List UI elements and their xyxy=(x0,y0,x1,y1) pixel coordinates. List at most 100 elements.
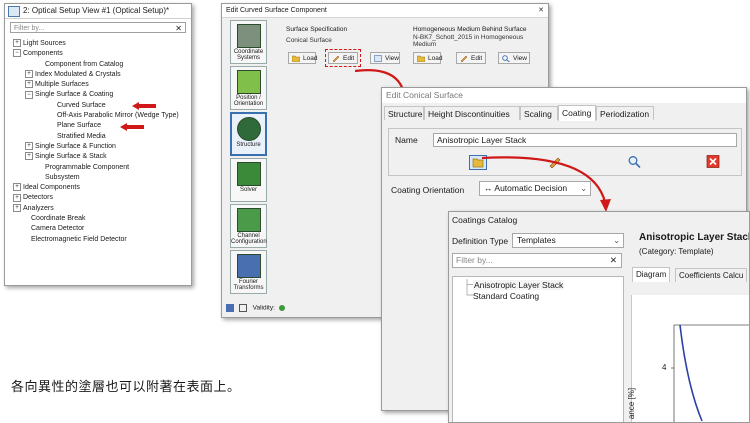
medium-edit-button[interactable]: Edit xyxy=(456,52,486,64)
tree-item-label: Camera Detector xyxy=(31,225,85,233)
coordinate-systems-icon xyxy=(236,24,261,48)
surface-load-button[interactable]: Load xyxy=(288,52,317,64)
medium-view-button[interactable]: View xyxy=(498,52,530,64)
tree-item[interactable]: + Detectors xyxy=(5,193,179,203)
tab-coefficients-calculation[interactable]: Coefficients Calcu xyxy=(675,268,748,282)
tree-item-label: Electromagnetic Field Detector xyxy=(31,235,127,243)
coating-orientation-label: Coating Orientation xyxy=(391,185,465,195)
position-orientation-icon xyxy=(236,70,261,94)
snapshot-icon[interactable] xyxy=(238,304,247,312)
tree-item[interactable]: − Single Surface & Coating xyxy=(5,90,179,100)
tree-item[interactable]: Plane Surface xyxy=(5,121,179,131)
expand-icon[interactable]: + xyxy=(13,203,21,212)
tree-filter-input[interactable]: Filter by... ✕ xyxy=(10,22,186,33)
clear-filter-icon[interactable]: ✕ xyxy=(610,254,617,267)
tree-item[interactable]: + Multiple Surfaces xyxy=(5,80,179,90)
tree-item[interactable]: Subsystem xyxy=(5,173,179,183)
tree-item-label: Curved Surface xyxy=(57,101,106,109)
catalog-item-standard[interactable]: Standard Coating xyxy=(473,291,539,301)
tree-item[interactable]: − Components xyxy=(5,49,179,59)
expand-icon[interactable]: + xyxy=(13,193,21,202)
tree-item[interactable]: + Analyzers xyxy=(5,203,179,214)
tab-scaling[interactable]: Scaling xyxy=(520,106,558,120)
tree-item-label: Multiple Surfaces xyxy=(35,81,89,89)
tree-item[interactable]: Camera Detector xyxy=(5,224,179,234)
structure-magnifier-icon xyxy=(236,117,261,141)
tab-coordinate-systems[interactable]: Coordinate Systems xyxy=(230,20,267,64)
expand-icon[interactable]: + xyxy=(25,80,33,89)
expand-icon[interactable]: + xyxy=(25,152,33,161)
tree-item-label: Single Surface & Stack xyxy=(35,153,107,161)
tab-position-orientation[interactable]: Position / Orientation xyxy=(230,66,267,110)
tree-item-label: Detectors xyxy=(23,194,53,202)
delete-coating-icon[interactable] xyxy=(705,155,721,168)
tab-fourier-transforms[interactable]: Fourier Transforms xyxy=(230,250,267,294)
tab-diagram[interactable]: Diagram xyxy=(632,267,671,282)
reflectance-curve xyxy=(679,324,703,422)
chevron-down-icon: ⌄ xyxy=(613,236,620,245)
tab-height-discontinuities[interactable]: Height Discontinuities xyxy=(424,106,520,120)
expand-icon[interactable]: + xyxy=(13,183,21,192)
filter-placeholder: Filter by... xyxy=(14,25,45,32)
expand-icon[interactable]: + xyxy=(25,142,33,151)
surface-spec-value: Conical Surface xyxy=(286,37,332,44)
tab-label: Solver xyxy=(239,187,257,193)
annotation-arrow-folder-to-catalog xyxy=(481,156,611,212)
collapse-icon[interactable]: − xyxy=(25,90,33,99)
detail-category: (Category: Template) xyxy=(639,247,714,256)
tab-coating[interactable]: Coating xyxy=(558,105,596,121)
tab-structure[interactable]: Structure xyxy=(384,106,424,120)
expand-icon[interactable]: + xyxy=(25,70,33,79)
tree-item[interactable]: Stratified Media xyxy=(5,132,179,142)
tab-solver[interactable]: Solver xyxy=(230,158,267,202)
surface-view-button[interactable]: View xyxy=(370,52,400,64)
tree-item-label: Single Surface & Function xyxy=(35,142,116,150)
panel-title-bar: 2: Optical Setup View #1 (Optical Setup)… xyxy=(5,4,191,19)
catalog-filter-input[interactable]: Filter by... ✕ xyxy=(452,253,622,268)
expand-icon[interactable]: + xyxy=(13,39,21,48)
definition-value: Templates xyxy=(517,235,556,245)
tab-structure[interactable]: Structure xyxy=(230,112,267,156)
validity-label: Validity: xyxy=(252,304,275,312)
tab-label: Channel Configuration xyxy=(231,233,267,245)
tree-item-label: Analyzers xyxy=(23,204,54,212)
tree-item[interactable]: Off-Axis Parabolic Mirror (Wedge Type) xyxy=(5,111,179,121)
axis-label: ance [%] xyxy=(627,387,637,420)
coating-name-field[interactable]: Anisotropic Layer Stack xyxy=(433,133,737,147)
tree-item[interactable]: + Ideal Components xyxy=(5,183,179,193)
save-icon[interactable] xyxy=(226,304,234,312)
dialog-title-bar: Edit Curved Surface Component ✕ xyxy=(222,4,548,18)
tree-item-label: Components xyxy=(23,50,63,58)
channel-configuration-icon xyxy=(236,208,261,232)
tree-item[interactable]: + Single Surface & Stack xyxy=(5,152,179,162)
tree-item[interactable]: Electromagnetic Field Detector xyxy=(5,235,179,245)
surface-edit-button[interactable]: Edit xyxy=(325,49,361,67)
definition-type-select[interactable]: Templates ⌄ xyxy=(512,233,624,248)
clear-filter-icon[interactable]: ✕ xyxy=(175,23,182,34)
close-icon[interactable]: ✕ xyxy=(538,4,544,17)
collapse-icon[interactable]: − xyxy=(13,49,21,58)
medium-load-button[interactable]: Load xyxy=(413,52,442,64)
tree-item-label: Component from Catalog xyxy=(45,60,124,68)
filter-placeholder: Filter by... xyxy=(456,255,493,265)
tab-label: Fourier Transforms xyxy=(233,279,264,291)
definition-type-label: Definition Type xyxy=(452,236,509,246)
tree-item[interactable]: + Light Sources xyxy=(5,39,179,49)
tree-item[interactable]: Programmable Component xyxy=(5,163,179,173)
panel-title: 2: Optical Setup View #1 (Optical Setup)… xyxy=(23,6,170,15)
tree-item[interactable]: + Index Modulated & Crystals xyxy=(5,70,179,80)
axis-tick-label: 4 xyxy=(662,363,667,372)
validity-ok-icon xyxy=(278,305,285,311)
fourier-transforms-icon xyxy=(236,254,261,278)
annotation-arrow-curved-surface xyxy=(132,102,156,110)
tree-item[interactable]: Coordinate Break xyxy=(5,214,179,224)
tab-periodization[interactable]: Periodization xyxy=(596,106,654,120)
tree-item-label: Index Modulated & Crystals xyxy=(35,70,121,78)
view-coating-magnifier-icon[interactable] xyxy=(626,155,642,168)
folder-icon xyxy=(292,55,300,62)
catalog-list: Anisotropic Layer Stack Standard Coating xyxy=(452,276,624,422)
tree-item[interactable]: + Single Surface & Function xyxy=(5,142,179,152)
catalog-item-anisotropic[interactable]: Anisotropic Layer Stack xyxy=(473,280,565,290)
tab-channel-configuration[interactable]: Channel Configuration xyxy=(230,204,267,248)
tree-item[interactable]: Component from Catalog xyxy=(5,60,179,70)
